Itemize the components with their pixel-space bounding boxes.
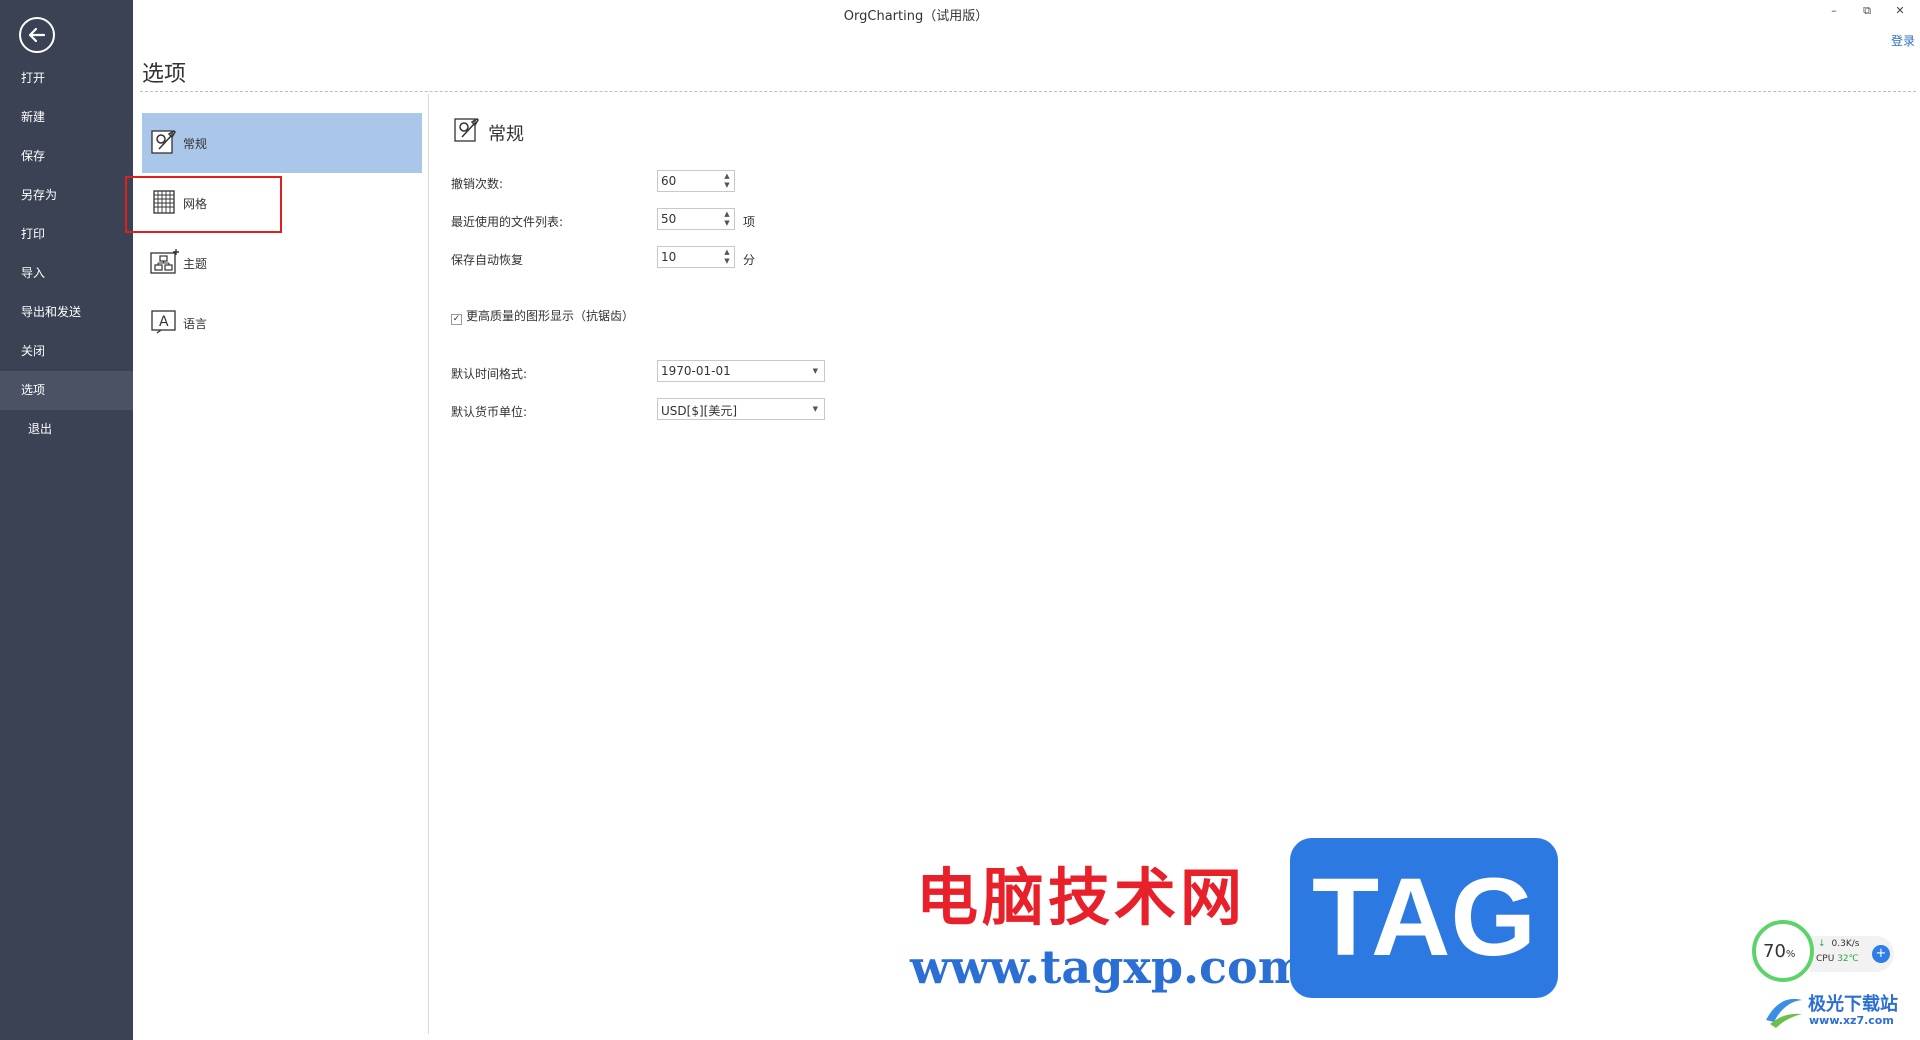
autosave-stepper[interactable]: 10 ▲ ▼: [657, 246, 735, 268]
category-label: 主题: [183, 257, 208, 271]
sidebar-item-save[interactable]: 保存: [0, 137, 133, 176]
performance-widget[interactable]: ↓ 0.3K/s CPU 32℃ + 70%: [1752, 920, 1902, 988]
close-button[interactable]: ✕: [1890, 3, 1910, 19]
restore-icon: ⧉: [1863, 4, 1871, 17]
antialias-checkbox[interactable]: ✓: [451, 314, 462, 325]
antialias-label: 更高质量的图形显示（抗锯齿）: [466, 309, 635, 323]
theme-icon: [149, 247, 179, 277]
spin-arrows-icon[interactable]: ▲ ▼: [723, 248, 731, 266]
cpu-label: CPU: [1816, 954, 1835, 964]
undo-count-stepper[interactable]: 60 ▲ ▼: [657, 170, 735, 192]
category-language[interactable]: A 语言: [142, 293, 422, 353]
sidebar-item-print[interactable]: 打印: [0, 215, 133, 254]
xz-site-name: 极光下载站: [1808, 994, 1898, 1015]
undo-count-label: 撤销次数:: [451, 177, 504, 191]
sidebar-item-options[interactable]: 选项: [0, 371, 133, 410]
download-arrow-icon: ↓: [1818, 939, 1826, 949]
sidebar-item-export-send[interactable]: 导出和发送: [0, 293, 133, 332]
sidebar-item-import[interactable]: 导入: [0, 254, 133, 293]
net-speed-value: 0.3K/s: [1831, 939, 1860, 949]
general-settings-icon: [452, 115, 482, 145]
date-format-select[interactable]: 1970-01-01 ▼: [657, 360, 825, 382]
login-link[interactable]: 登录: [1891, 32, 1915, 49]
recent-files-label: 最近使用的文件列表:: [451, 215, 564, 229]
currency-select[interactable]: USD[$][美元] ▼: [657, 398, 825, 420]
perf-plus-icon[interactable]: +: [1872, 945, 1890, 963]
perf-info-box: ↓ 0.3K/s CPU 32℃ +: [1810, 936, 1894, 972]
recent-files-unit: 项: [743, 215, 756, 229]
memory-usage-unit: %: [1785, 949, 1796, 960]
memory-usage-value: 70: [1763, 941, 1786, 962]
category-theme[interactable]: 主题: [142, 233, 422, 293]
recent-files-value: 50: [661, 212, 677, 226]
autosave-label: 保存自动恢复: [451, 253, 524, 267]
memory-usage-percent: 70%: [1763, 941, 1795, 962]
back-button[interactable]: [19, 17, 55, 53]
undo-count-value: 60: [661, 174, 677, 188]
close-icon: ✕: [1895, 4, 1905, 17]
header-divider: [140, 91, 1916, 92]
sidebar-item-close[interactable]: 关闭: [0, 332, 133, 371]
restore-button[interactable]: ⧉: [1857, 3, 1877, 19]
xz-site-url: www.xz7.com: [1809, 1014, 1894, 1027]
language-icon: A: [149, 307, 179, 337]
annotation-highlight-box: [125, 176, 282, 233]
sidebar-item-new[interactable]: 新建: [0, 98, 133, 137]
cpu-temp-value: 32℃: [1837, 954, 1859, 964]
spin-arrows-icon[interactable]: ▲ ▼: [723, 210, 731, 228]
options-category-list: 常规 网格 主题 A 语言: [142, 113, 422, 353]
autosave-value: 10: [661, 250, 677, 264]
cpu-temp: CPU 32℃: [1816, 954, 1859, 964]
currency-value: USD[$][美元]: [661, 404, 738, 418]
currency-label: 默认货币单位:: [451, 405, 528, 419]
aurora-logo-icon: [1766, 998, 1802, 1028]
antialias-option[interactable]: ✓ 更高质量的图形显示（抗锯齿）: [451, 307, 634, 325]
chevron-down-icon: ▼: [812, 367, 818, 375]
date-format-value: 1970-01-01: [661, 364, 731, 378]
window-title: OrgCharting（试用版）: [843, 9, 989, 24]
minimize-button[interactable]: –: [1824, 3, 1844, 19]
watermark-tag-logo: TAG: [1290, 838, 1558, 998]
spin-arrows-icon[interactable]: ▲ ▼: [723, 172, 731, 190]
category-label: 常规: [183, 137, 208, 151]
section-title: 常规: [488, 124, 524, 145]
sidebar-item-exit[interactable]: 退出: [0, 410, 133, 449]
watermark-site-name: 电脑技术网: [916, 861, 1247, 934]
minimize-icon: –: [1831, 4, 1837, 17]
sidebar-item-open[interactable]: 打开: [0, 59, 133, 98]
memory-usage-gauge: 70%: [1752, 920, 1814, 982]
category-general[interactable]: 常规: [142, 113, 422, 173]
page-title: 选项: [142, 62, 187, 87]
date-format-label: 默认时间格式:: [451, 367, 528, 381]
chevron-down-icon: ▼: [812, 405, 818, 413]
svg-text:A: A: [159, 314, 169, 330]
net-speed: ↓ 0.3K/s: [1818, 939, 1859, 949]
sidebar-item-save-as[interactable]: 另存为: [0, 176, 133, 215]
backstage-sidebar: 打开 新建 保存 另存为 打印 导入 导出和发送 关闭 选项 退出: [0, 0, 133, 1040]
panel-divider: [428, 94, 429, 1034]
recent-files-stepper[interactable]: 50 ▲ ▼: [657, 208, 735, 230]
watermark-site-url: www.tagxp.com: [910, 940, 1307, 994]
general-settings-icon: [149, 127, 179, 157]
autosave-unit: 分: [743, 253, 756, 267]
xz-watermark-logo: 极光下载站 www.xz7.com: [1762, 990, 1920, 1032]
sidebar-menu: 打开 新建 保存 另存为 打印 导入 导出和发送 关闭 选项 退出: [0, 59, 133, 449]
category-label: 语言: [183, 317, 208, 331]
